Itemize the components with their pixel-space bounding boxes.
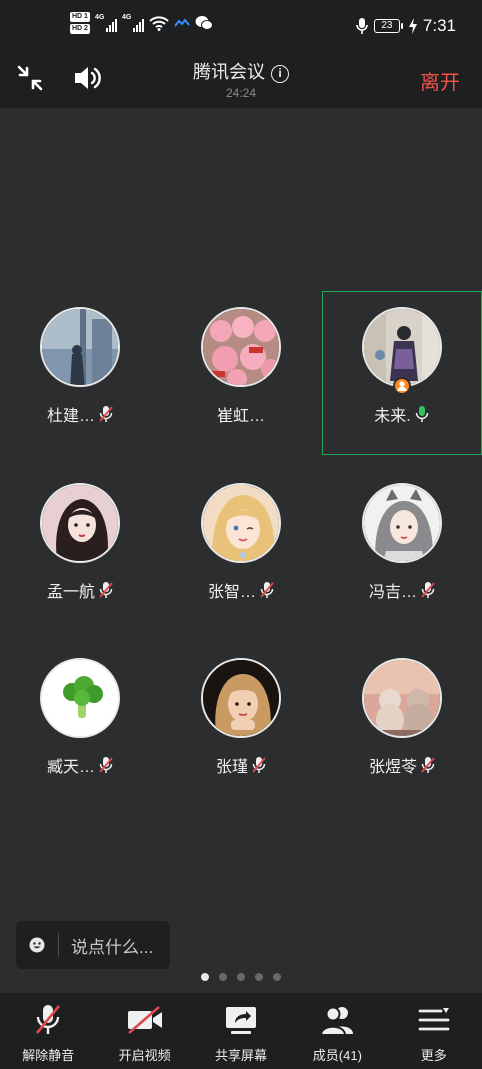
- participant-name: 未来.: [374, 407, 411, 425]
- participant-name: 孟一航: [46, 584, 95, 601]
- participant-name: 杜建…: [46, 408, 95, 425]
- participant-tile[interactable]: 臧天…: [0, 642, 160, 806]
- system-indicators: 23 7:31: [356, 16, 456, 36]
- avatar: [201, 483, 281, 563]
- share-screen-label: 共享屏幕: [214, 1048, 267, 1063]
- battery-level: 23: [373, 19, 400, 33]
- unmute-label: 解除静音: [22, 1048, 75, 1063]
- share-screen-button[interactable]: 共享屏幕: [193, 993, 289, 1069]
- participant-tile[interactable]: 张瑾: [161, 642, 321, 806]
- charging-icon: [408, 18, 417, 34]
- avatar: [201, 307, 281, 387]
- emoji-icon[interactable]: [29, 937, 45, 953]
- meeting-title[interactable]: 腾讯会议 i: [0, 58, 482, 84]
- meeting-duration: 24:24: [225, 86, 257, 100]
- avatar: [361, 306, 442, 387]
- participant-name-row: 张煜苓: [322, 753, 482, 777]
- participant-name: 冯吉…: [368, 584, 417, 601]
- avatar: [362, 658, 442, 738]
- page-dot-active: [201, 973, 209, 981]
- leave-button[interactable]: 离开: [420, 66, 460, 95]
- avatar: [40, 307, 120, 387]
- status-bar: HD 1 HD 2 4G 4G 23 7:31: [0, 0, 482, 50]
- meeting-title-text: 腾讯会议: [193, 62, 265, 82]
- mic-muted-icon: [99, 582, 113, 598]
- members-button[interactable]: 成员(41): [289, 993, 385, 1069]
- participant-name-row: 张智…: [161, 578, 321, 602]
- clock: 7:31: [422, 16, 456, 35]
- members-icon: [320, 1006, 354, 1036]
- wechat-icon: [195, 16, 213, 30]
- meeting-screen: HD 1 HD 2 4G 4G 23 7:31 腾讯会议 i 24:24 离开 …: [0, 0, 482, 1069]
- participant-name: 张煜苓: [368, 759, 417, 776]
- avatar: [201, 658, 281, 738]
- sim1-label: HD 1: [70, 12, 90, 22]
- participant-name: 张瑾: [215, 759, 248, 776]
- start-video-label: 开启视频: [118, 1048, 171, 1063]
- participant-name: 张智…: [207, 584, 256, 601]
- meeting-header: 腾讯会议 i 24:24 离开: [0, 50, 482, 108]
- video-off-icon: [127, 1006, 162, 1034]
- mic-muted-icon: [260, 582, 274, 598]
- participant-tile-speaking[interactable]: 未来.: [322, 291, 482, 455]
- network-type-1: 4G: [94, 14, 105, 21]
- mic-muted-icon: [421, 757, 435, 773]
- share-screen-icon: [225, 1007, 256, 1034]
- participant-name-row: 孟一航: [0, 578, 160, 602]
- hd-voice-icon: HD 1 HD 2: [70, 12, 90, 34]
- participant-name-row: 崔虹…: [161, 402, 321, 426]
- participant-tile[interactable]: 张煜苓: [322, 642, 482, 806]
- chat-divider: [58, 933, 59, 957]
- page-dot: [237, 973, 245, 981]
- participant-tile[interactable]: 杜建…: [0, 291, 160, 455]
- info-icon[interactable]: i: [271, 65, 289, 83]
- host-badge-icon: [392, 376, 411, 395]
- start-video-button[interactable]: 开启视频: [96, 993, 192, 1069]
- page-dot: [273, 973, 281, 981]
- battery-icon: 23: [373, 19, 403, 33]
- members-label: 成员(41): [312, 1048, 362, 1063]
- mic-muted-icon: [99, 757, 113, 773]
- page-indicator[interactable]: [0, 973, 482, 981]
- mic-muted-icon: [99, 406, 113, 422]
- participant-name-row: 冯吉…: [322, 578, 482, 602]
- participant-name-row: 未来.: [322, 402, 482, 426]
- avatar: [40, 483, 120, 563]
- participant-tile[interactable]: 崔虹…: [161, 291, 321, 455]
- more-button[interactable]: 更多: [386, 993, 482, 1069]
- signal-sim1-icon: 4G: [95, 14, 117, 32]
- participant-name-row: 杜建…: [0, 402, 160, 426]
- mic-muted-icon: [421, 582, 435, 598]
- sim2-label: HD 2: [70, 24, 90, 34]
- data-sync-icon: [174, 18, 190, 27]
- participant-name: 臧天…: [46, 759, 95, 776]
- mic-active-icon: [415, 405, 428, 422]
- more-label: 更多: [420, 1048, 447, 1063]
- avatar: [362, 483, 442, 563]
- signal-sim2-icon: 4G: [122, 14, 144, 32]
- chat-placeholder: 说点什么...: [71, 937, 154, 957]
- mic-off-icon: [36, 1005, 61, 1034]
- participant-tile[interactable]: 冯吉…: [322, 467, 482, 631]
- chat-input[interactable]: 说点什么...: [16, 921, 170, 969]
- participant-tile[interactable]: 张智…: [161, 467, 321, 631]
- participant-name: 崔虹…: [216, 408, 265, 425]
- signal-indicators: HD 1 HD 2 4G 4G: [70, 12, 213, 34]
- participant-name-row: 张瑾: [161, 753, 321, 777]
- avatar: [40, 658, 120, 738]
- participant-tile[interactable]: 孟一航: [0, 467, 160, 631]
- bottom-toolbar: 解除静音 开启视频 共享屏幕 成员(41) 更多: [0, 993, 482, 1069]
- page-dot: [219, 973, 227, 981]
- wifi-icon: [149, 16, 169, 31]
- participant-name-row: 臧天…: [0, 753, 160, 777]
- microphone-in-use-icon: [356, 18, 368, 34]
- mic-muted-icon: [252, 757, 266, 773]
- unmute-button[interactable]: 解除静音: [0, 993, 96, 1069]
- page-dot: [255, 973, 263, 981]
- more-menu-icon: [418, 1008, 450, 1031]
- network-type-2: 4G: [121, 14, 132, 21]
